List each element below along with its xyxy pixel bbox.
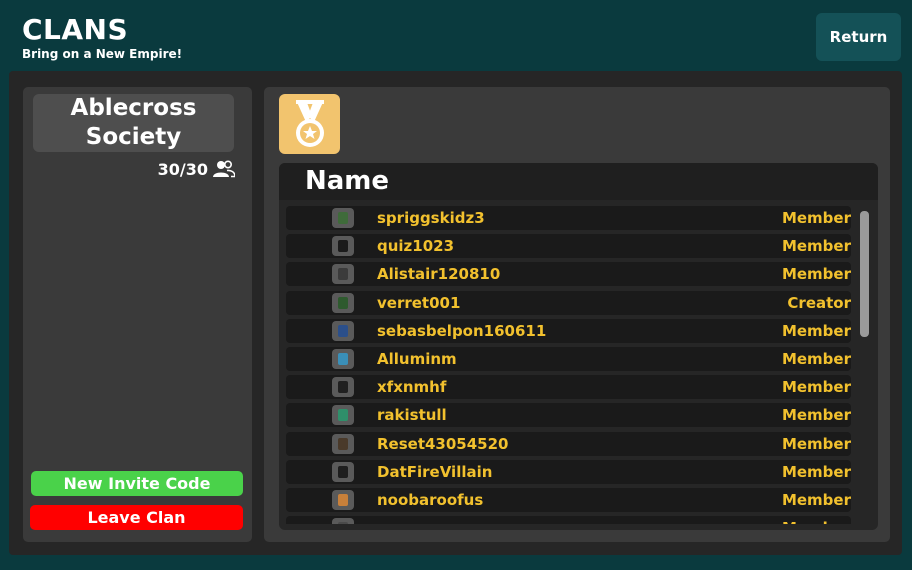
member-role: Member: [781, 265, 851, 283]
avatar: [332, 518, 354, 524]
avatar: [332, 349, 354, 369]
screen-title: CLANS: [22, 13, 129, 46]
avatar: [332, 321, 354, 341]
member-username: sebasbelpon160611: [377, 322, 547, 340]
return-button[interactable]: Return: [816, 13, 901, 61]
member-row[interactable]: Reset43054520 Member: [286, 432, 851, 456]
avatar: [332, 293, 354, 313]
member-count-label: 30/30: [157, 159, 208, 179]
avatar: [332, 208, 354, 228]
member-role: Member: [781, 463, 851, 481]
member-row[interactable]: spriggskidz3 Member: [286, 206, 851, 230]
member-username: noobaroofus: [377, 491, 484, 509]
clans-screen: CLANS Bring on a New Empire! Return Able…: [0, 0, 912, 570]
member-rows[interactable]: spriggskidz3 Member quiz1023 Member Alistair…: [286, 206, 851, 524]
member-count: 30/30: [150, 157, 235, 181]
list-header: Name: [279, 163, 878, 200]
member-username: rakistull: [377, 406, 447, 424]
member-row[interactable]: rakistull Member: [286, 403, 851, 427]
avatar: [332, 236, 354, 256]
member-row[interactable]: quiz1023 Member: [286, 234, 851, 258]
member-row[interactable]: Member: [286, 516, 851, 524]
member-username: Alistair120810: [377, 265, 501, 283]
avatar: [332, 405, 354, 425]
leave-clan-button[interactable]: Leave Clan: [30, 505, 243, 530]
member-row[interactable]: sebasbelpon160611 Member: [286, 319, 851, 343]
medal-button[interactable]: [279, 94, 340, 154]
member-role: Member: [781, 322, 851, 340]
member-role: Creator: [787, 294, 851, 312]
member-role: Member: [782, 516, 851, 524]
member-username: xfxnmhf: [377, 378, 447, 396]
avatar: [332, 264, 354, 284]
clan-name: Ablecross Society: [33, 94, 234, 152]
member-role: Member: [781, 406, 851, 424]
members-list: Name spriggskidz3 Member quiz1023 Member Ali…: [279, 163, 878, 530]
member-role: Member: [781, 378, 851, 396]
member-username: verret001: [377, 294, 461, 312]
name-column-header: Name: [305, 166, 390, 196]
member-username: quiz1023: [377, 237, 455, 255]
member-role: Member: [781, 491, 851, 509]
avatar: [332, 434, 354, 454]
member-username: DatFireVillain: [377, 463, 493, 481]
member-role: Member: [781, 350, 851, 368]
avatar: [332, 490, 354, 510]
avatar: [332, 377, 354, 397]
medal-icon: [295, 100, 324, 147]
member-row[interactable]: verret001 Creator: [286, 291, 851, 315]
member-row[interactable]: Alluminm Member: [286, 347, 851, 371]
member-role: Member: [781, 435, 851, 453]
list-scrollbar[interactable]: [860, 211, 869, 337]
member-row[interactable]: xfxnmhf Member: [286, 375, 851, 399]
member-username: Reset43054520: [377, 435, 509, 453]
member-row[interactable]: DatFireVillain Member: [286, 460, 851, 484]
member-username: spriggskidz3: [377, 209, 485, 227]
screen-subtitle: Bring on a New Empire!: [22, 47, 183, 61]
member-username: Alluminm: [377, 350, 457, 368]
new-invite-code-button[interactable]: New Invite Code: [31, 471, 243, 496]
member-row[interactable]: noobaroofus Member: [286, 488, 851, 512]
people-icon: [213, 160, 235, 178]
member-role: Member: [781, 237, 851, 255]
member-row[interactable]: Alistair120810 Member: [286, 262, 851, 286]
avatar: [332, 462, 354, 482]
member-role: Member: [781, 209, 851, 227]
